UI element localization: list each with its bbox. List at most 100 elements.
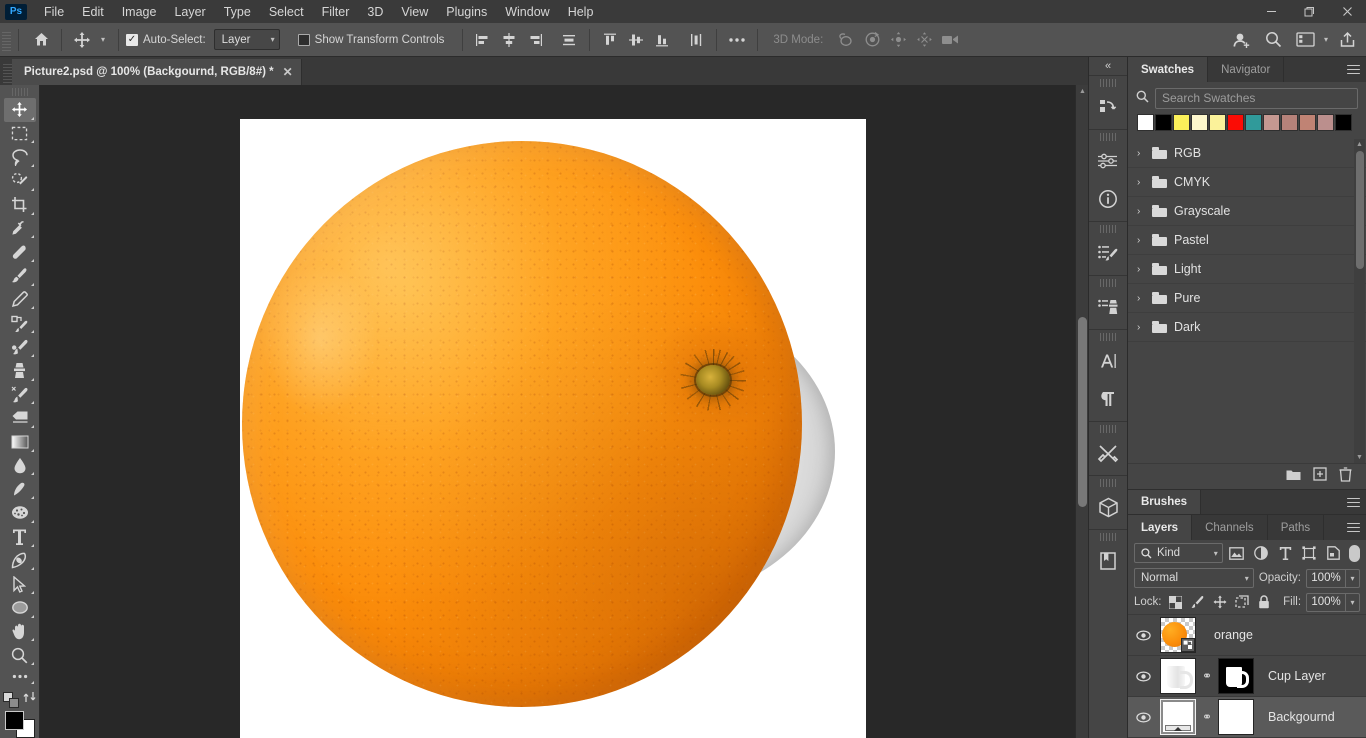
workspace-icon[interactable] bbox=[1292, 27, 1318, 53]
tool-sponge[interactable] bbox=[4, 501, 36, 525]
table-row[interactable]: orange bbox=[1128, 615, 1366, 656]
swatch-cell[interactable] bbox=[1317, 114, 1334, 131]
scroll-up-icon[interactable]: ▲ bbox=[1076, 85, 1088, 98]
tool-move[interactable] bbox=[3, 97, 36, 122]
scroll-down-icon[interactable]: ▼ bbox=[1354, 452, 1365, 463]
menu-view[interactable]: View bbox=[392, 2, 437, 22]
swatch-cell[interactable] bbox=[1263, 114, 1280, 131]
scrollbar-thumb[interactable] bbox=[1356, 151, 1364, 269]
artboard[interactable] bbox=[240, 119, 866, 738]
canvas-area[interactable]: ▲ bbox=[40, 85, 1088, 738]
swatches-scrollbar[interactable]: ▲ ▼ bbox=[1354, 139, 1365, 463]
libraries-icon[interactable] bbox=[1089, 542, 1127, 580]
filter-pixel-icon[interactable] bbox=[1227, 543, 1247, 563]
workspace-chevron-icon[interactable]: ▾ bbox=[1318, 27, 1334, 53]
align-right-edges-icon[interactable] bbox=[522, 27, 548, 53]
rail-grip[interactable] bbox=[1100, 333, 1116, 341]
chevron-right-icon[interactable]: › bbox=[1137, 264, 1145, 275]
tool-blur[interactable] bbox=[4, 454, 36, 478]
tool-eraser[interactable] bbox=[4, 383, 36, 407]
tool-ellipse[interactable] bbox=[4, 596, 36, 620]
tool-crop[interactable] bbox=[4, 193, 36, 217]
layer-thumbnail[interactable] bbox=[1160, 699, 1196, 735]
swatch-cell[interactable] bbox=[1281, 114, 1298, 131]
home-icon[interactable] bbox=[28, 27, 54, 53]
lock-image-pixels-icon[interactable] bbox=[1189, 593, 1206, 611]
menu-edit[interactable]: Edit bbox=[73, 2, 113, 22]
filter-shape-icon[interactable] bbox=[1299, 543, 1319, 563]
layer-thumbnail[interactable] bbox=[1160, 617, 1196, 653]
lock-artboard-nesting-icon[interactable] bbox=[1233, 593, 1250, 611]
lock-all-icon[interactable] bbox=[1256, 593, 1273, 611]
options-bar-grip[interactable] bbox=[2, 27, 11, 52]
scrollbar-thumb[interactable] bbox=[1078, 317, 1087, 507]
align-horizontal-centers-icon[interactable] bbox=[496, 27, 522, 53]
more-options-icon[interactable] bbox=[724, 27, 750, 53]
filter-enable-toggle[interactable] bbox=[1349, 544, 1360, 562]
tab-navigator[interactable]: Navigator bbox=[1208, 57, 1285, 82]
rail-grip[interactable] bbox=[1100, 133, 1116, 141]
roll-3d-icon[interactable] bbox=[859, 27, 885, 53]
menu-select[interactable]: Select bbox=[260, 2, 313, 22]
rail-grip[interactable] bbox=[1100, 425, 1116, 433]
foreground-color-chip[interactable] bbox=[4, 711, 24, 731]
tool-presets-icon[interactable] bbox=[1089, 434, 1127, 472]
restore-button[interactable] bbox=[1290, 0, 1328, 23]
tab-swatches[interactable]: Swatches bbox=[1128, 57, 1209, 82]
layer-visibility-toggle[interactable] bbox=[1132, 629, 1154, 641]
swatch-cell[interactable] bbox=[1137, 114, 1154, 131]
document-tab[interactable]: Picture2.psd @ 100% (Backgournd, RGB/8#)… bbox=[12, 59, 302, 85]
align-bottom-edges-icon[interactable] bbox=[649, 27, 675, 53]
tool-zoom[interactable] bbox=[4, 643, 36, 667]
tool-brush[interactable] bbox=[4, 264, 36, 288]
tab-layers[interactable]: Layers bbox=[1128, 515, 1193, 540]
opacity-input[interactable]: 100% bbox=[1306, 568, 1346, 588]
chevron-right-icon[interactable]: › bbox=[1137, 148, 1145, 159]
chevron-right-icon[interactable]: › bbox=[1137, 177, 1145, 188]
toolbar-grip[interactable] bbox=[11, 88, 28, 96]
swatch-cell[interactable] bbox=[1299, 114, 1316, 131]
tab-channels[interactable]: Channels bbox=[1192, 515, 1268, 540]
menu-help[interactable]: Help bbox=[559, 2, 603, 22]
adjustments-icon[interactable] bbox=[1089, 142, 1127, 180]
orbit-3d-icon[interactable] bbox=[833, 27, 859, 53]
tool-history-brush[interactable] bbox=[4, 311, 36, 335]
canvas-vertical-scrollbar[interactable]: ▲ bbox=[1075, 85, 1088, 738]
swatch-group-pastel[interactable]: › Pastel bbox=[1128, 226, 1366, 255]
tool-rectangular-marquee[interactable] bbox=[4, 122, 36, 146]
character-icon[interactable] bbox=[1089, 342, 1127, 380]
brush-settings-icon[interactable] bbox=[1089, 234, 1127, 272]
scroll-up-icon[interactable]: ▲ bbox=[1354, 139, 1365, 150]
table-row[interactable]: ⚭ Backgournd bbox=[1128, 697, 1366, 738]
align-vertical-centers-icon[interactable] bbox=[623, 27, 649, 53]
tool-dodge[interactable] bbox=[4, 477, 36, 501]
table-row[interactable]: ⚭ Cup Layer bbox=[1128, 656, 1366, 697]
tool-spot-healing-brush[interactable] bbox=[4, 240, 36, 264]
close-icon[interactable]: ✕ bbox=[283, 66, 293, 78]
tool-path-selection[interactable] bbox=[4, 572, 36, 596]
tool-eraser-block[interactable] bbox=[4, 406, 36, 430]
rail-grip[interactable] bbox=[1100, 479, 1116, 487]
tool-horizontal-type[interactable] bbox=[4, 525, 36, 549]
distribute-horizontally-icon[interactable] bbox=[556, 27, 582, 53]
brushes-panel-menu-icon[interactable] bbox=[1347, 490, 1360, 515]
tab-brushes[interactable]: Brushes bbox=[1128, 490, 1202, 514]
swatches-panel-menu-icon[interactable] bbox=[1347, 57, 1360, 82]
layers-panel-menu-icon[interactable] bbox=[1347, 515, 1360, 540]
slide-3d-icon[interactable] bbox=[911, 27, 937, 53]
menu-type[interactable]: Type bbox=[215, 2, 260, 22]
filter-adjustment-icon[interactable] bbox=[1251, 543, 1271, 563]
mask-link-icon[interactable]: ⚭ bbox=[1202, 710, 1212, 724]
clone-source-icon[interactable] bbox=[1089, 288, 1127, 326]
menu-3d[interactable]: 3D bbox=[358, 2, 392, 22]
fill-stepper-icon[interactable]: ▾ bbox=[1346, 592, 1361, 612]
new-group-icon[interactable] bbox=[1286, 468, 1301, 486]
filter-kind-select[interactable]: Kind ▾ bbox=[1134, 543, 1223, 563]
show-transform-checkbox[interactable] bbox=[297, 33, 310, 46]
tool-clone-stamp[interactable] bbox=[4, 359, 36, 383]
tab-paths[interactable]: Paths bbox=[1267, 515, 1325, 540]
tool-object-selection[interactable] bbox=[4, 169, 36, 193]
close-button[interactable] bbox=[1328, 0, 1366, 23]
rail-grip[interactable] bbox=[1100, 225, 1116, 233]
swap-colors-icon[interactable] bbox=[22, 690, 37, 709]
